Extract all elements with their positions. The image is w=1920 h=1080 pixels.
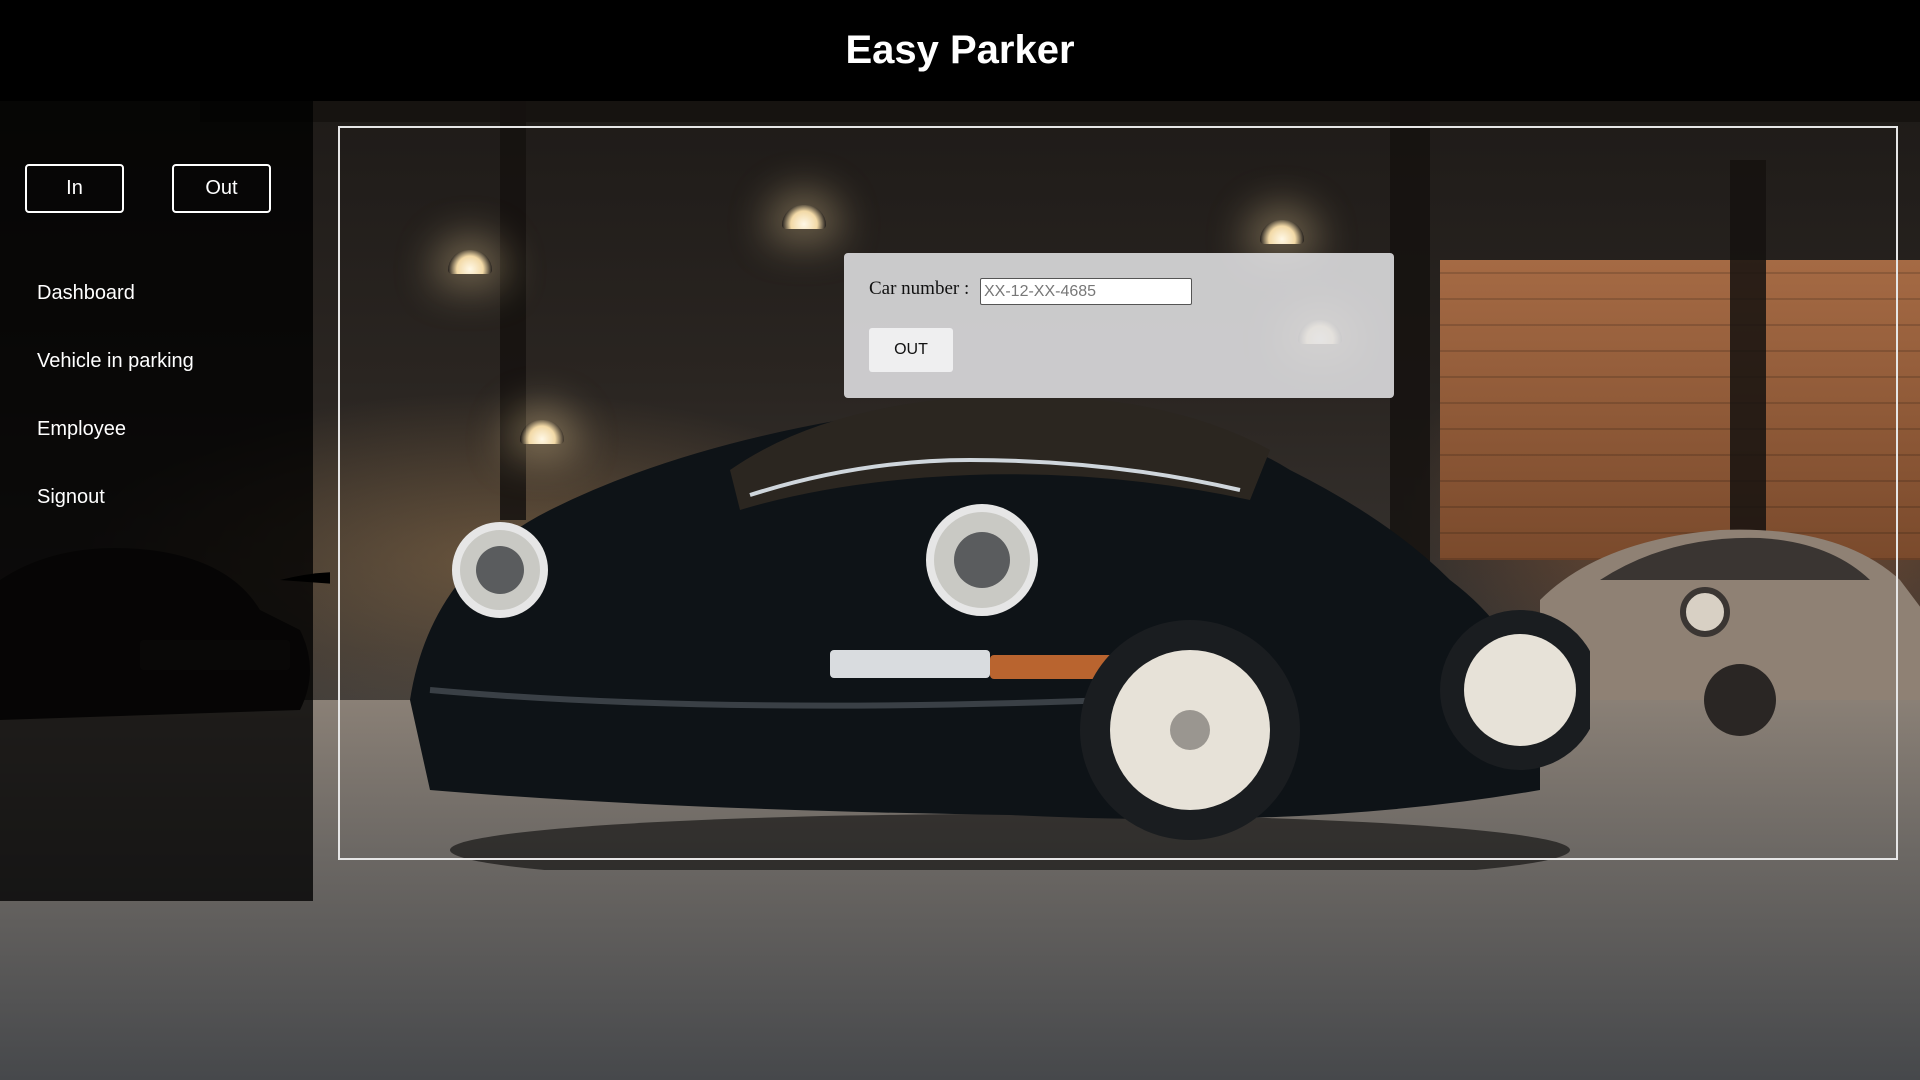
ceiling-beam [200,100,1920,122]
sidebar-item-vehicle-in-parking[interactable]: Vehicle in parking [37,349,194,417]
sidebar-item-signout[interactable]: Signout [37,485,194,553]
app-title: Easy Parker [845,28,1075,72]
car-number-input[interactable] [980,278,1192,305]
car-number-label: Car number : [869,278,970,299]
out-submit-button[interactable]: OUT [869,328,953,372]
sidebar: In Out Dashboard Vehicle in parking Empl… [0,101,313,901]
app-header: Easy Parker [0,0,1920,101]
sidebar-nav: Dashboard Vehicle in parking Employee Si… [37,281,194,553]
out-button[interactable]: Out [172,164,271,213]
sidebar-item-employee[interactable]: Employee [37,417,194,485]
car-out-form: Car number : OUT [844,253,1394,398]
in-button[interactable]: In [25,164,124,213]
sidebar-item-dashboard[interactable]: Dashboard [37,281,194,349]
content-frame [338,126,1898,860]
